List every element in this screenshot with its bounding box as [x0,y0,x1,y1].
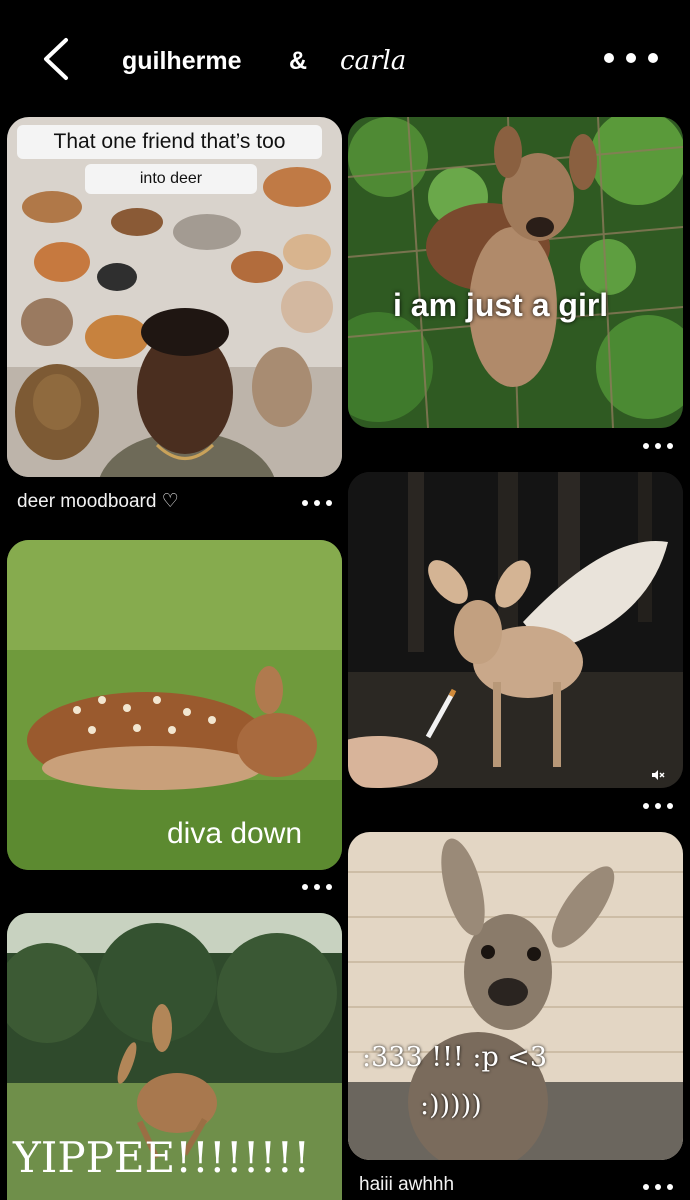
overlay-text: diva down [167,817,303,850]
more-horizontal-icon [643,443,649,449]
overlay-text-line-2: :))))) [420,1090,482,1121]
pin-image [348,472,683,788]
pin-haiii-awhhh[interactable]: :333 !!! :p <3 :))))) [348,832,683,1160]
more-horizontal-icon [643,1184,649,1190]
pin-more-button[interactable] [302,498,332,508]
back-button[interactable] [38,36,78,82]
overlay-text-line-1: :333 !!! :p <3 [362,1042,548,1073]
pin-more-button[interactable] [302,882,332,892]
pin-image [348,832,683,1160]
pin-more-button[interactable] [643,1182,673,1192]
collaborator-name-1: guilherme [122,46,242,75]
pin-image [348,117,683,428]
pin-caption-haiii-awhhh: haiii awhhh [359,1174,455,1195]
pin-winged-fawn[interactable] [348,472,683,788]
pin-just-a-girl[interactable]: i am just a girl [348,117,683,428]
muted-speaker-icon[interactable] [651,768,665,782]
pin-caption-deer-moodboard: deer moodboard ♡ [17,491,179,512]
pin-diva-down[interactable]: diva down [7,540,342,870]
ampersand: & [289,46,308,75]
board-header: guilherme & carla [0,0,690,115]
more-horizontal-icon [604,53,614,63]
chevron-left-icon [44,38,68,80]
pin-more-button[interactable] [643,801,673,811]
pin-yippee[interactable]: YIPPEE!!!!!!!! [7,913,342,1200]
pin-deer-moodboard[interactable]: That one friend that’s too into deer [7,117,342,477]
more-horizontal-icon [302,884,308,890]
collaborator-name-2: carla [340,46,407,76]
overlay-text: YIPPEE!!!!!!!! [13,1133,311,1182]
meme-text-line-2: into deer [85,164,257,194]
more-horizontal-icon [302,500,308,506]
overlay-text: i am just a girl [393,287,609,323]
pin-more-button[interactable] [643,441,673,451]
meme-text-line-1: That one friend that’s too [17,125,322,159]
more-options-button[interactable] [604,48,658,68]
more-horizontal-icon [643,803,649,809]
